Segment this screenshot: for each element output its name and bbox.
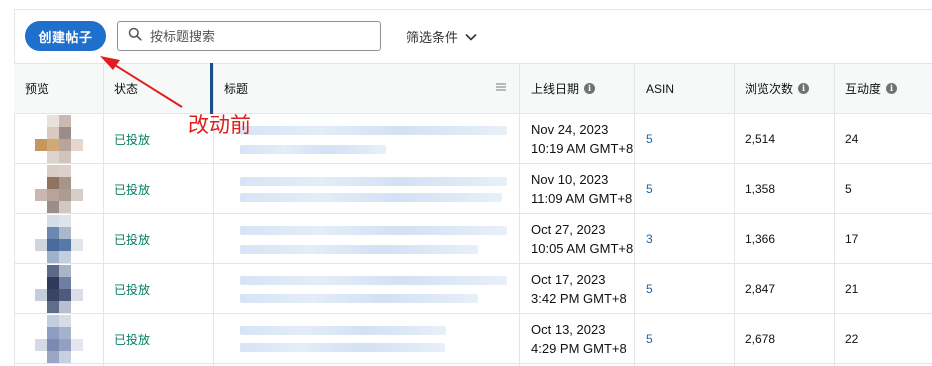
views-count: 1,358: [745, 182, 776, 196]
status-label: 已投放: [114, 132, 151, 147]
asin-count-link[interactable]: 5: [646, 264, 653, 314]
post-title-redacted-line2: [240, 193, 502, 202]
column-header-status[interactable]: 状态: [114, 64, 138, 113]
post-title-redacted-line2: [240, 294, 478, 303]
post-thumbnail[interactable]: [35, 215, 83, 263]
filter-dropdown[interactable]: 筛选条件: [406, 26, 477, 46]
views-count: 2,514: [745, 132, 776, 146]
post-thumbnail[interactable]: [35, 315, 83, 363]
title-search-box[interactable]: [117, 21, 381, 51]
post-thumbnail[interactable]: [35, 165, 83, 213]
column-header-engagement[interactable]: 互动度 i: [845, 64, 898, 113]
launch-date: Nov 24, 2023 10:19 AM GMT+8: [531, 122, 634, 156]
views-count: 2,678: [745, 332, 776, 346]
table-row[interactable]: 已投放 Nov 10, 2023 11:09 AM GMT+8 5 1,358 5: [14, 164, 932, 214]
status-label: 已投放: [114, 332, 151, 347]
table-row[interactable]: 已投放 Oct 17, 2023 3:42 PM GMT+8 5 2,847 21: [14, 264, 932, 314]
search-icon: [128, 27, 142, 46]
launch-date: Oct 13, 2023 4:29 PM GMT+8: [531, 322, 627, 356]
post-thumbnail[interactable]: [35, 265, 83, 313]
asin-count-link[interactable]: 5: [646, 314, 653, 364]
create-post-button[interactable]: 创建帖子: [25, 21, 106, 51]
table-row[interactable]: 已投放 Oct 13, 2023 4:29 PM GMT+8 5 2,678 22: [14, 314, 932, 364]
engagement-value: 21: [845, 282, 859, 296]
asin-count-link[interactable]: 5: [646, 164, 653, 214]
launch-date: Nov 10, 2023 11:09 AM GMT+8: [531, 172, 633, 206]
chevron-down-icon: [458, 29, 477, 44]
views-count: 1,366: [745, 232, 776, 246]
column-header-views[interactable]: 浏览次数 i: [745, 64, 810, 113]
asin-count-link[interactable]: 5: [646, 114, 653, 164]
drag-handle-icon[interactable]: [496, 82, 506, 92]
launch-date: Oct 27, 2023 10:05 AM GMT+8: [531, 222, 634, 256]
views-count: 2,847: [745, 282, 776, 296]
engagement-value: 5: [845, 182, 852, 196]
status-label: 已投放: [114, 182, 151, 197]
post-title-redacted[interactable]: [240, 276, 507, 285]
status-label: 已投放: [114, 282, 151, 297]
info-icon[interactable]: i: [886, 83, 898, 94]
post-thumbnail[interactable]: [35, 115, 83, 163]
post-title-redacted-line2: [240, 145, 386, 154]
engagement-value: 17: [845, 232, 859, 246]
table-row[interactable]: 已投放 Nov 24, 2023 10:19 AM GMT+8 5 2,514 2…: [14, 114, 932, 164]
engagement-value: 24: [845, 132, 859, 146]
engagement-value: 22: [845, 332, 859, 346]
annotation-label: 改动前: [188, 114, 251, 137]
panel-top-border: [14, 9, 932, 10]
post-title-redacted[interactable]: [240, 226, 507, 235]
post-title-redacted[interactable]: [240, 326, 446, 335]
post-title-redacted[interactable]: [240, 177, 507, 186]
asin-count-link[interactable]: 3: [646, 214, 653, 264]
table-header: 预览 状态 标题 上线日期 i ASIN 浏览次数 i 互动度 i: [14, 63, 932, 114]
launch-date: Oct 17, 2023 3:42 PM GMT+8: [531, 272, 627, 306]
column-header-launch-date[interactable]: 上线日期 i: [531, 64, 596, 113]
column-header-title[interactable]: 标题: [224, 64, 248, 113]
info-icon[interactable]: i: [584, 83, 596, 94]
posts-page: 创建帖子 筛选条件 预览 状态 标题 上线日期i ASIN 浏览次数i 互动度i: [0, 0, 932, 366]
post-title-redacted-line2: [240, 245, 478, 254]
search-input[interactable]: [150, 28, 370, 44]
info-icon[interactable]: i: [798, 83, 810, 94]
post-title-redacted[interactable]: [240, 126, 507, 135]
status-label: 已投放: [114, 232, 151, 247]
filter-label: 筛选条件: [406, 29, 459, 45]
column-header-asin[interactable]: ASIN: [646, 64, 674, 113]
table-row[interactable]: 已投放 Oct 27, 2023 10:05 AM GMT+8 3 1,366 1…: [14, 214, 932, 264]
post-title-redacted-line2: [240, 343, 445, 352]
column-header-preview: 预览: [25, 82, 50, 96]
